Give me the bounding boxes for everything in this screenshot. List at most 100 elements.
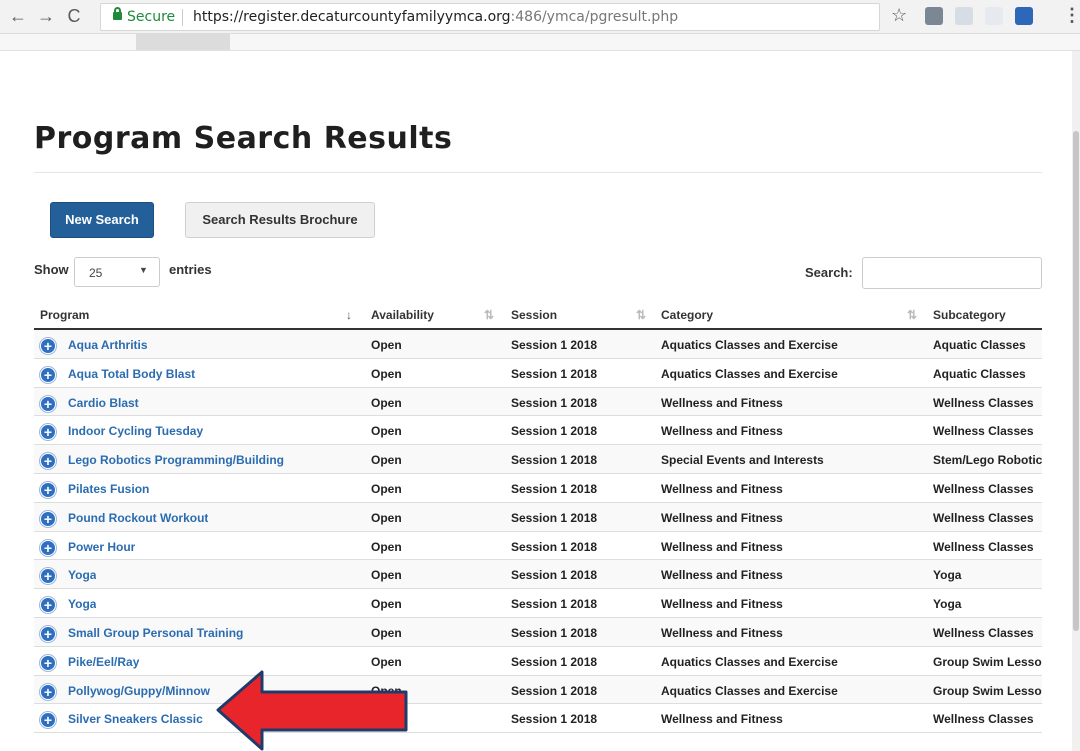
column-header-availability[interactable]: Availability xyxy=(371,308,434,322)
table-row[interactable]: + Small Group Personal Training Open Sessio… xyxy=(34,617,1042,647)
secure-label: Secure xyxy=(127,9,176,25)
subcategory-cell: Group Swim Lessons xyxy=(933,683,1042,698)
table-row[interactable]: + Indoor Cycling Tuesday Open Session 1 201… xyxy=(34,416,1042,446)
subcategory-cell: Wellness Classes xyxy=(933,481,1034,496)
bookmark-star-icon[interactable]: ☆ xyxy=(891,5,907,26)
sort-icon[interactable]: ⇅ xyxy=(636,308,646,322)
search-label: Search: xyxy=(805,265,853,280)
expand-row-icon[interactable]: + xyxy=(40,395,56,412)
subcategory-cell: Stem/Lego Robotics xyxy=(933,453,1042,468)
table-row[interactable]: + Aqua Total Body Blast Open Session 1 2018… xyxy=(34,359,1042,388)
program-link[interactable]: Lego Robotics Programming/Building xyxy=(68,453,284,467)
program-link[interactable]: Cardio Blast xyxy=(68,396,139,410)
availability-cell: Open xyxy=(371,338,402,352)
entries-per-page-select[interactable]: 25 ▼ xyxy=(74,257,160,287)
expand-row-icon[interactable]: + xyxy=(40,625,56,642)
forward-icon[interactable]: → xyxy=(36,6,56,26)
program-link[interactable]: Power Hour xyxy=(68,540,135,554)
table-row[interactable]: + Yoga Open Session 1 2018 Wellness and Fitn… xyxy=(34,589,1042,618)
expand-row-icon[interactable]: + xyxy=(40,338,56,354)
sort-icon[interactable]: ⇅ xyxy=(907,308,917,322)
session-cell: Session 1 2018 xyxy=(511,683,598,698)
search-input[interactable] xyxy=(862,257,1042,289)
sort-asc-icon[interactable]: ↓ xyxy=(346,308,352,322)
program-link[interactable]: Small Group Personal Training xyxy=(68,626,243,640)
category-cell: Aquatics Classes and Exercise xyxy=(661,366,838,381)
expand-row-icon[interactable]: + xyxy=(40,539,56,556)
session-cell: Session 1 2018 xyxy=(511,539,598,554)
session-cell: Session 1 2018 xyxy=(511,625,598,640)
expand-row-icon[interactable]: + xyxy=(40,654,56,671)
expand-row-icon[interactable]: + xyxy=(40,453,56,470)
column-header-session[interactable]: Session xyxy=(511,308,557,322)
subcategory-cell: Wellness Classes xyxy=(933,395,1034,410)
back-icon[interactable]: ← xyxy=(8,6,28,26)
subcategory-cell: Wellness Classes xyxy=(933,539,1034,554)
table-row[interactable]: +Pollywog/Guppy/MinnowOpenSession 1 2018… xyxy=(34,675,1042,705)
program-link[interactable]: Indoor Cycling Tuesday xyxy=(68,424,203,438)
expand-row-icon[interactable]: + xyxy=(40,510,56,527)
category-cell: Wellness and Fitness xyxy=(661,712,783,727)
program-link[interactable]: Pilates Fusion xyxy=(68,482,149,496)
url-text[interactable]: https://register.decaturcountyfamilyymca… xyxy=(193,9,678,25)
availability-cell: Open xyxy=(371,395,402,410)
expand-row-icon[interactable]: + xyxy=(40,568,56,585)
category-cell: Wellness and Fitness xyxy=(661,625,783,640)
category-cell: Aquatics Classes and Exercise xyxy=(661,683,838,698)
page-scrollbar[interactable] xyxy=(1072,51,1080,751)
category-cell: Wellness and Fitness xyxy=(661,539,783,554)
entries-value: 25 xyxy=(89,266,103,280)
session-cell: Session 1 2018 xyxy=(511,453,598,468)
expand-row-icon[interactable]: + xyxy=(40,683,56,700)
availability-cell: Open xyxy=(371,568,402,583)
program-link[interactable]: Pollywog/Guppy/Minnow xyxy=(68,684,210,698)
expand-row-icon[interactable]: + xyxy=(40,481,56,498)
table-row[interactable]: + Pike/Eel/Ray Open Session 1 2018 Aquatics … xyxy=(34,647,1042,676)
table-row[interactable]: + Power Hour Open Session 1 2018 Wellness an… xyxy=(34,532,1042,561)
table-header: Program ↓ Availability ⇅ Session ⇅ Categ… xyxy=(34,300,1042,330)
availability-cell: Open xyxy=(371,597,402,612)
category-cell: Special Events and Interests xyxy=(661,453,824,468)
table-row[interactable]: + Silver Sneakers Classic Session 1 2018 We… xyxy=(34,704,1042,734)
program-link[interactable]: Pound Rockout Workout xyxy=(68,511,208,525)
table-row[interactable]: + Yoga Open Session 1 2018 Wellness and Fitn… xyxy=(34,560,1042,590)
program-link[interactable]: Aqua Arthritis xyxy=(68,338,148,352)
session-cell: Session 1 2018 xyxy=(511,510,598,525)
expand-row-icon[interactable]: + xyxy=(40,712,56,729)
show-label: Show xyxy=(34,262,69,277)
sort-icon[interactable]: ⇅ xyxy=(484,308,494,322)
pen-extension-icon[interactable] xyxy=(985,7,1003,25)
expand-row-icon[interactable]: + xyxy=(40,597,56,614)
expand-row-icon[interactable]: + xyxy=(40,366,56,383)
program-link[interactable]: Aqua Total Body Blast xyxy=(68,367,195,381)
table-row[interactable]: + Aqua Arthritis Open Session 1 2018 Aquatic… xyxy=(34,330,1042,359)
table-row[interactable]: + Cardio Blast Open Session 1 2018 Wellness … xyxy=(34,387,1042,417)
scrollbar-thumb[interactable] xyxy=(1073,131,1079,631)
session-cell: Session 1 2018 xyxy=(511,338,598,352)
address-bar[interactable]: Secure https://register.decaturcountyfam… xyxy=(100,3,880,31)
program-link[interactable]: Pike/Eel/Ray xyxy=(68,655,139,669)
column-header-category[interactable]: Category xyxy=(661,308,713,322)
category-cell: Wellness and Fitness xyxy=(661,395,783,410)
pdf-extension-icon[interactable] xyxy=(955,7,973,25)
column-header-subcategory[interactable]: Subcategory xyxy=(933,308,1006,322)
session-cell: Session 1 2018 xyxy=(511,654,598,669)
table-row[interactable]: + Pilates Fusion Open Session 1 2018 Wellnes… xyxy=(34,474,1042,503)
table-row[interactable]: + Lego Robotics Programming/Building Open S… xyxy=(34,445,1042,474)
reload-icon[interactable]: C xyxy=(64,6,84,26)
program-link[interactable]: Yoga xyxy=(68,597,96,611)
column-header-program[interactable]: Program xyxy=(40,308,89,322)
browser-menu-icon[interactable]: ⋮ xyxy=(1063,5,1080,26)
table-row[interactable]: + Pound Rockout Workout Open Session 1 2018… xyxy=(34,502,1042,532)
lock-icon xyxy=(113,7,122,20)
search-results-brochure-button[interactable]: Search Results Brochure xyxy=(185,202,375,238)
search-extension-icon[interactable] xyxy=(1015,7,1033,25)
title-divider xyxy=(34,172,1042,173)
bookmark-tab[interactable] xyxy=(136,34,230,50)
program-link[interactable]: Yoga xyxy=(68,568,96,582)
expand-row-icon[interactable]: + xyxy=(40,424,56,441)
availability-cell: Open xyxy=(371,510,402,525)
extension-icon[interactable] xyxy=(925,7,943,25)
new-search-button[interactable]: New Search xyxy=(50,202,154,238)
program-link[interactable]: Silver Sneakers Classic xyxy=(68,712,203,726)
